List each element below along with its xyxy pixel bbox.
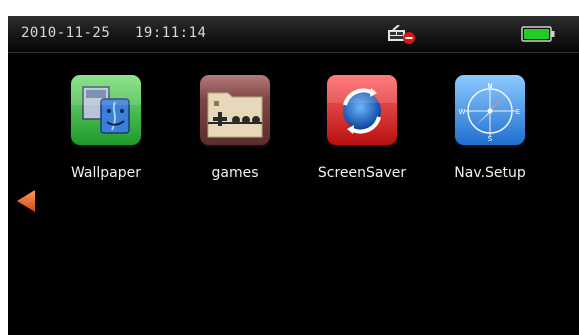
network-disconnected-icon (388, 25, 415, 44)
svg-text:S: S (488, 135, 493, 143)
app-label: games (211, 165, 259, 181)
svg-text:N: N (487, 82, 492, 90)
app-label: Nav.Setup (454, 165, 526, 181)
arrow-left-icon[interactable] (15, 188, 37, 214)
svg-text:W: W (459, 108, 466, 116)
status-date: 2010-11-25 (21, 25, 111, 41)
app-screensaver[interactable]: ScreenSaver (312, 75, 412, 181)
wallpaper-icon (71, 75, 141, 145)
app-nav-setup[interactable]: N S W E Nav.Setup (440, 75, 540, 181)
device-screen: 2010-11-25 19:11:14 Wallpaper games Scre… (8, 16, 579, 335)
battery-full-icon (521, 26, 555, 42)
games-icon (200, 75, 270, 145)
app-games[interactable]: games (185, 75, 285, 181)
navigation-compass-icon: N S W E (455, 75, 525, 145)
app-label: ScreenSaver (317, 165, 407, 181)
screensaver-icon (327, 75, 397, 145)
app-label: Wallpaper (70, 165, 142, 181)
status-time: 19:11:14 (135, 25, 207, 41)
app-wallpaper[interactable]: Wallpaper (56, 75, 156, 181)
svg-text:E: E (516, 108, 520, 116)
status-bar: 2010-11-25 19:11:14 (8, 16, 579, 53)
